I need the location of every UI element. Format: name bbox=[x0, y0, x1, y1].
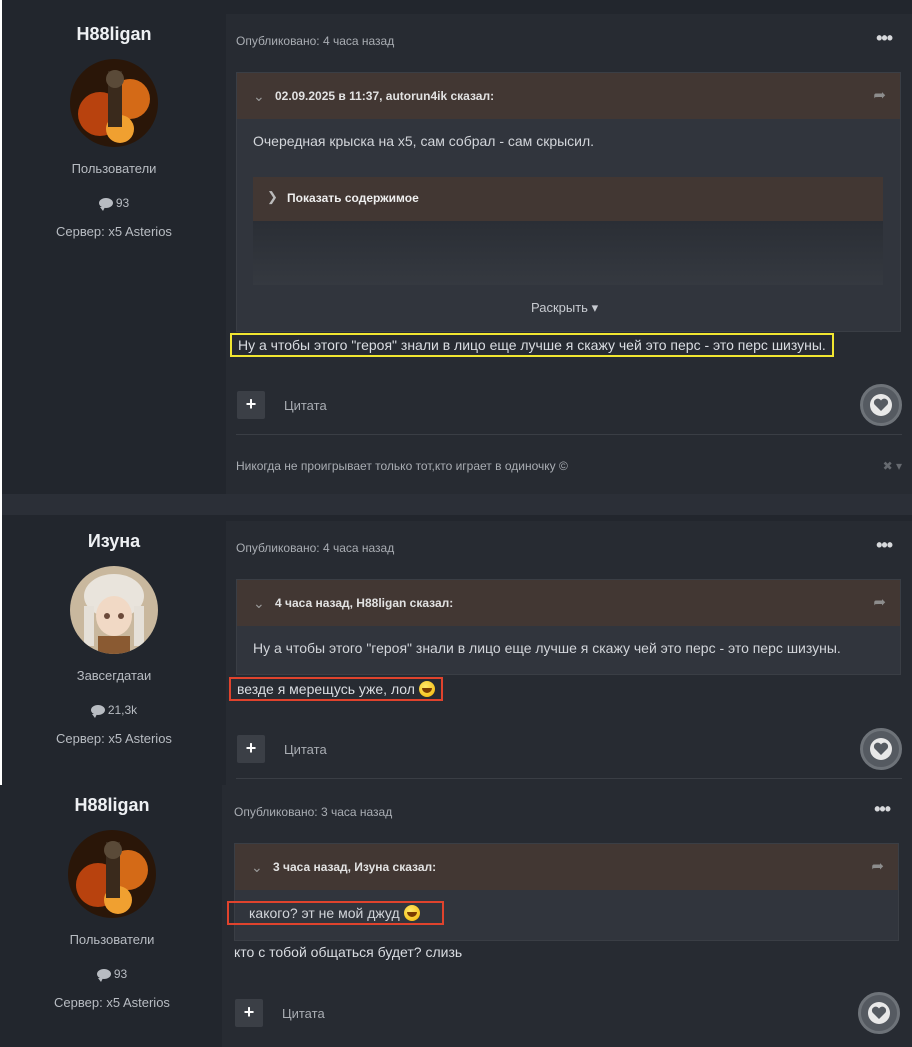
close-icon[interactable]: ✖ ▾ bbox=[883, 459, 902, 473]
quote-header-text: 3 часа назад, Изуна сказал: bbox=[273, 860, 437, 874]
post-date[interactable]: Опубликовано: 3 часа назад bbox=[234, 805, 392, 819]
user-server: Сервер: x5 Asterios bbox=[56, 731, 172, 746]
comment-icon bbox=[90, 705, 105, 718]
quote-button[interactable]: Цитата bbox=[284, 742, 327, 757]
quote-text: Очередная крыска на x5, сам собрал - сам… bbox=[253, 133, 595, 149]
smiley-icon bbox=[418, 681, 435, 697]
share-icon[interactable]: ➦ bbox=[871, 857, 884, 875]
quote-header-text: 02.09.2025 в 11:37, autorun4ik сказал: bbox=[275, 89, 495, 103]
post-text: везде я мерещусь уже, лол bbox=[229, 677, 443, 701]
ellipsis-icon[interactable]: ••• bbox=[876, 28, 893, 49]
author-name[interactable]: H88ligan bbox=[0, 795, 224, 816]
user-server: Сервер: x5 Asterios bbox=[56, 224, 172, 239]
quote-block: ⌄ 3 часа назад, Изуна сказал: ➦ какого? … bbox=[227, 843, 899, 941]
post: H88ligan Пользователи 93 Сервер: x5 Aste… bbox=[2, 0, 912, 494]
share-icon[interactable]: ➦ bbox=[873, 593, 886, 611]
quote-block: ⌄ 4 часа назад, H88ligan сказал: ➦ Ну а … bbox=[236, 579, 901, 675]
post-date[interactable]: Опубликовано: 4 часа назад bbox=[236, 34, 394, 48]
post-text: кто с тобой общаться будет? слизь bbox=[234, 944, 463, 960]
post-count: 21,3k bbox=[2, 703, 226, 718]
author-panel: H88ligan Пользователи 93 Сервер: x5 Aste… bbox=[0, 795, 224, 1010]
quote-block: ⌄ 02.09.2025 в 11:37, autorun4ik сказал:… bbox=[236, 72, 901, 332]
post-content: Опубликовано: 3 часа назад ••• ⌄ 3 часа … bbox=[222, 785, 912, 1047]
quote-text: какого? эт не мой джуд bbox=[227, 901, 444, 925]
ellipsis-icon[interactable]: ••• bbox=[876, 535, 893, 556]
share-icon[interactable]: ➦ bbox=[873, 86, 886, 104]
post-text: Ну а чтобы этого "героя" знали в лицо ещ… bbox=[230, 333, 834, 357]
quote-header[interactable]: ⌄ 02.09.2025 в 11:37, autorun4ik сказал:… bbox=[237, 73, 900, 119]
quote-header[interactable]: ⌄ 4 часа назад, H88ligan сказал: ➦ bbox=[237, 580, 900, 626]
post-count: 93 bbox=[2, 196, 226, 211]
plus-icon[interactable]: + bbox=[235, 999, 263, 1027]
chevron-down-icon[interactable]: ⌄ bbox=[251, 859, 263, 876]
chevron-down-icon[interactable]: ⌄ bbox=[253, 88, 265, 105]
smiley-icon bbox=[403, 905, 420, 921]
comment-icon bbox=[98, 198, 113, 211]
post: Изуна Завсегдатаи 21,3k Сервер: x5 Aster… bbox=[2, 515, 912, 785]
divider bbox=[236, 434, 902, 435]
spoiler-toggle[interactable]: ❯ Показать содержимое bbox=[253, 177, 883, 221]
avatar[interactable] bbox=[70, 566, 158, 654]
chevron-down-icon[interactable]: ⌄ bbox=[253, 595, 265, 612]
author-panel: Изуна Завсегдатаи 21,3k Сервер: x5 Aster… bbox=[2, 531, 226, 746]
quote-header[interactable]: ⌄ 3 часа назад, Изуна сказал: ➦ bbox=[235, 844, 898, 890]
quote-button[interactable]: Цитата bbox=[284, 398, 327, 413]
post-separator bbox=[2, 494, 912, 515]
chevron-right-icon: ❯ bbox=[267, 189, 278, 204]
ellipsis-icon[interactable]: ••• bbox=[874, 799, 891, 820]
post: H88ligan Пользователи 93 Сервер: x5 Aste… bbox=[0, 785, 912, 1047]
post-count: 93 bbox=[0, 967, 224, 982]
post-content: Опубликовано: 4 часа назад ••• ⌄ 4 часа … bbox=[226, 521, 912, 785]
spoiler-fade bbox=[253, 221, 883, 285]
heart-icon[interactable] bbox=[860, 384, 902, 426]
spoiler-label: Показать содержимое bbox=[287, 191, 419, 205]
post-date[interactable]: Опубликовано: 4 часа назад bbox=[236, 541, 394, 555]
plus-icon[interactable]: + bbox=[237, 391, 265, 419]
signature: Никогда не проигрывает только тот,кто иг… bbox=[236, 459, 568, 473]
comment-icon bbox=[96, 969, 111, 982]
quote-button[interactable]: Цитата bbox=[282, 1006, 325, 1021]
plus-icon[interactable]: + bbox=[237, 735, 265, 763]
heart-icon[interactable] bbox=[858, 992, 900, 1034]
avatar[interactable] bbox=[68, 830, 156, 918]
user-group: Пользователи bbox=[69, 932, 155, 947]
user-group: Завсегдатаи bbox=[76, 668, 152, 683]
quote-text: Ну а чтобы этого "героя" знали в лицо ещ… bbox=[253, 640, 841, 656]
quote-header-text: 4 часа назад, H88ligan сказал: bbox=[275, 596, 454, 610]
author-panel: H88ligan Пользователи 93 Сервер: x5 Aste… bbox=[2, 24, 226, 239]
user-server: Сервер: x5 Asterios bbox=[54, 995, 170, 1010]
author-name[interactable]: H88ligan bbox=[2, 24, 226, 45]
user-group: Пользователи bbox=[71, 161, 157, 176]
author-name[interactable]: Изуна bbox=[2, 531, 226, 552]
divider bbox=[236, 778, 902, 779]
heart-icon[interactable] bbox=[860, 728, 902, 770]
avatar[interactable] bbox=[70, 59, 158, 147]
post-content: Опубликовано: 4 часа назад ••• ⌄ 02.09.2… bbox=[226, 14, 912, 494]
expand-link[interactable]: Раскрыть ▾ bbox=[531, 300, 598, 316]
